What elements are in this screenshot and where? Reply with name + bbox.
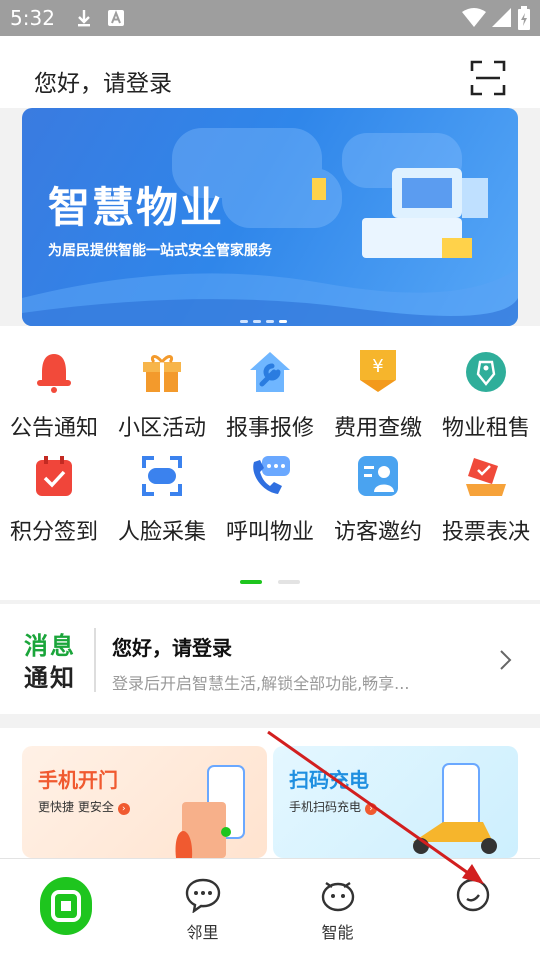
login-greeting[interactable]: 您好，请登录 xyxy=(34,64,172,98)
card-phone-unlock[interactable]: 手机开门 更快捷 更安全 › xyxy=(22,746,267,858)
header: 您好，请登录 xyxy=(0,36,540,108)
service-announcement[interactable]: 公告通知 xyxy=(0,348,108,452)
gift-icon xyxy=(140,350,184,394)
notice-description: 登录后开启智慧生活,解锁全部功能,畅享... xyxy=(112,674,410,693)
phone-icon xyxy=(248,454,292,498)
arrow-right-icon: › xyxy=(117,803,130,815)
service-repair-report[interactable]: 报事报修 xyxy=(216,348,324,452)
chat-bubble-icon xyxy=(185,877,221,914)
feature-cards: 手机开门 更快捷 更安全 › 扫码充电 手机扫码充电 › xyxy=(0,728,540,858)
service-fee-payment[interactable]: ¥ 费用查缴 xyxy=(324,348,432,452)
card-subtitle: 手机扫码充电 › xyxy=(289,798,378,815)
vote-icon xyxy=(464,454,508,498)
notice-logo-line2: 通知 xyxy=(24,664,76,692)
yuan-icon: ¥ xyxy=(356,350,400,394)
visitor-icon xyxy=(356,454,400,498)
chevron-right-icon xyxy=(498,648,514,672)
scooter-illustration xyxy=(413,763,497,854)
service-voting[interactable]: 投票表决 xyxy=(432,452,540,556)
service-visitor-invite[interactable]: 访客邀约 xyxy=(324,452,432,556)
service-community-activity[interactable]: 小区活动 xyxy=(108,348,216,452)
service-row-2: 积分签到 人脸采集 呼叫物业 访客邀约 投票表决 xyxy=(0,452,540,556)
arrow-right-icon: › xyxy=(365,803,378,815)
notice-logo-line1: 消息 xyxy=(24,632,76,660)
face-scan-icon xyxy=(140,454,184,498)
status-bar: 5:32 xyxy=(0,0,540,36)
wifi-icon xyxy=(462,8,486,32)
tab-neighbors[interactable]: 邻里 xyxy=(135,859,270,961)
card-title: 扫码充电 xyxy=(289,768,369,792)
service-call-property[interactable]: 呼叫物业 xyxy=(216,452,324,556)
grid-page-indicator xyxy=(240,569,316,588)
download-icon xyxy=(76,8,92,32)
service-points-checkin[interactable]: 积分签到 xyxy=(0,452,108,556)
robot-face-icon xyxy=(320,877,356,913)
status-time: 5:32 xyxy=(10,6,55,30)
service-grid: 公告通知 小区活动 报事报修 ¥ 费用查缴 物业租售 积分签到 人脸采集 呼叫物… xyxy=(0,326,540,600)
keyboard-a-icon xyxy=(108,10,124,30)
notice-title: 您好，请登录 xyxy=(112,636,232,660)
signal-icon xyxy=(492,8,512,32)
service-row-1: 公告通知 小区活动 报事报修 ¥ 费用查缴 物业租售 xyxy=(0,348,540,452)
message-notice[interactable]: 消息 通知 您好，请登录 登录后开启智慧生活,解锁全部功能,畅享... xyxy=(0,604,540,714)
tab-profile[interactable] xyxy=(405,859,540,961)
bell-icon xyxy=(32,350,76,394)
notice-divider xyxy=(94,628,96,692)
svg-text:¥: ¥ xyxy=(372,356,383,377)
bottom-tab-bar: 邻里 智能 xyxy=(0,858,540,961)
promo-banner[interactable]: 智慧物业 为居民提供智能一站式安全管家服务 xyxy=(22,108,518,326)
calendar-check-icon xyxy=(32,454,76,498)
tab-home[interactable] xyxy=(0,859,135,961)
card-subtitle: 更快捷 更安全 › xyxy=(38,798,130,815)
banner-indicator xyxy=(240,308,292,326)
scan-icon[interactable] xyxy=(470,60,506,96)
smile-face-icon xyxy=(455,877,491,913)
banner-title: 智慧物业 xyxy=(48,183,225,232)
battery-icon xyxy=(518,6,530,34)
card-title: 手机开门 xyxy=(38,768,118,792)
phone-door-illustration xyxy=(175,765,245,858)
tag-icon xyxy=(464,350,508,394)
service-property-rental[interactable]: 物业租售 xyxy=(432,348,540,452)
service-face-collection[interactable]: 人脸采集 xyxy=(108,452,216,556)
banner-subtitle: 为居民提供智能一站式安全管家服务 xyxy=(48,243,272,259)
home-icon xyxy=(40,877,92,935)
card-scan-charge[interactable]: 扫码充电 手机扫码充电 › xyxy=(273,746,518,858)
wrench-house-icon xyxy=(248,350,292,394)
tab-smart[interactable]: 智能 xyxy=(270,859,405,961)
